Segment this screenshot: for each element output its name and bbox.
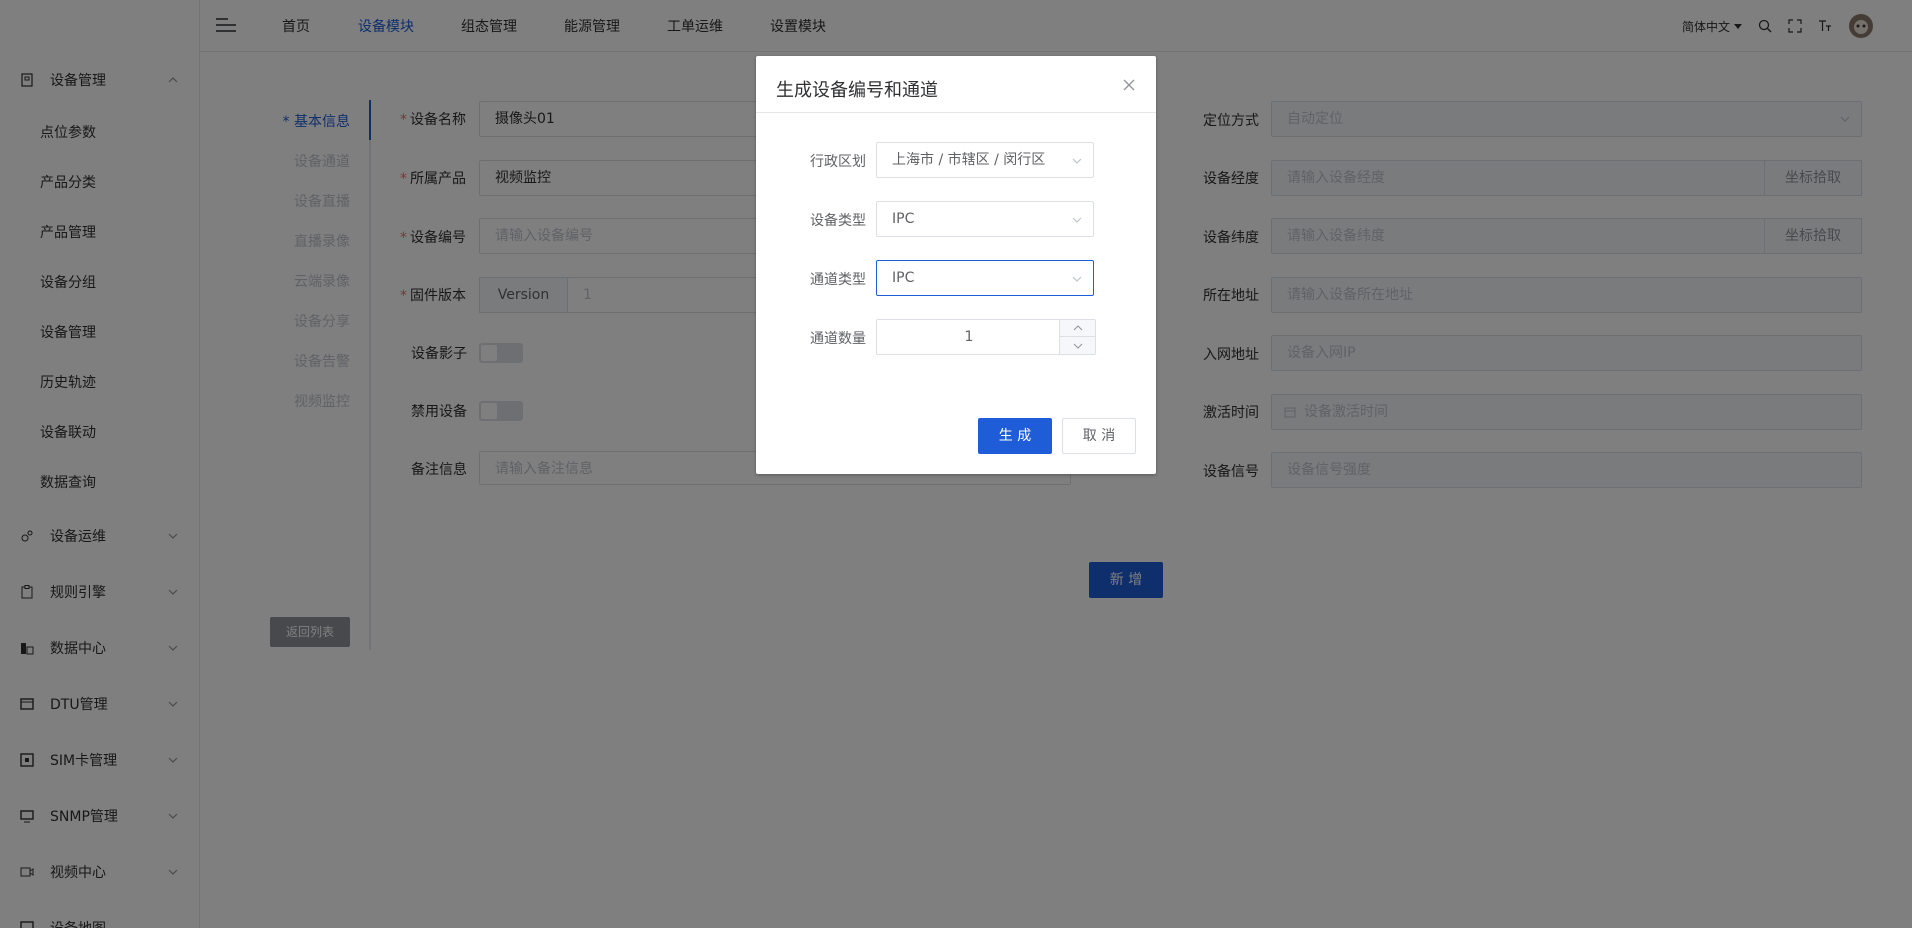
chevron-down-icon xyxy=(1073,343,1082,349)
decrease-button[interactable] xyxy=(1059,337,1095,354)
dialog-title: 生成设备编号和通道 xyxy=(776,80,938,101)
channel-type-select[interactable]: IPC xyxy=(876,260,1094,296)
channel-type-value: IPC xyxy=(892,270,915,286)
generate-dialog: 生成设备编号和通道 行政区划 上海市 / 市辖区 / 闵行区 设备类型 IPC … xyxy=(756,56,1156,474)
channel-count-stepper[interactable]: 1 xyxy=(876,319,1096,355)
region-value: 上海市 / 市辖区 / 闵行区 xyxy=(892,152,1046,168)
channel-count-value[interactable]: 1 xyxy=(877,320,1061,354)
channel-type-label: 通道类型 xyxy=(810,272,866,288)
region-label: 行政区划 xyxy=(810,154,866,170)
device-type-label: 设备类型 xyxy=(810,213,866,229)
chevron-down-icon xyxy=(1072,217,1082,223)
chevron-up-icon xyxy=(1073,325,1082,331)
chevron-down-icon xyxy=(1072,276,1082,282)
cancel-button[interactable]: 取 消 xyxy=(1062,418,1136,454)
device-type-value: IPC xyxy=(892,211,915,227)
chevron-down-icon xyxy=(1072,158,1082,164)
close-icon[interactable] xyxy=(1122,78,1136,92)
channel-count-label: 通道数量 xyxy=(810,331,866,347)
generate-button[interactable]: 生 成 xyxy=(978,418,1052,454)
region-cascader[interactable]: 上海市 / 市辖区 / 闵行区 xyxy=(876,142,1094,178)
device-type-select[interactable]: IPC xyxy=(876,201,1094,237)
increase-button[interactable] xyxy=(1059,320,1095,337)
dialog-divider xyxy=(756,112,1156,113)
